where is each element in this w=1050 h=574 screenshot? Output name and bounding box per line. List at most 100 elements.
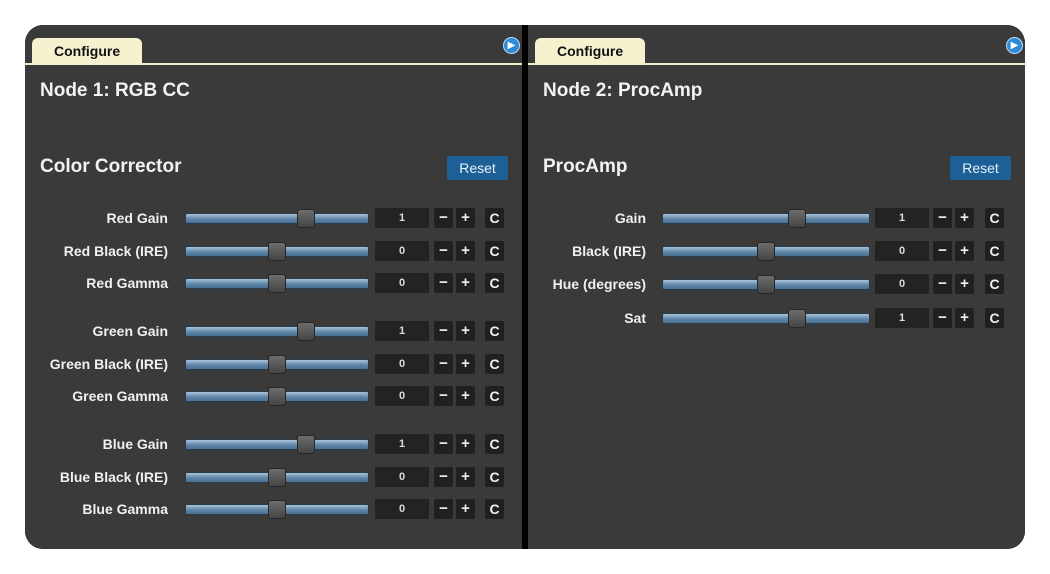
node-title: Node 2: ProcAmp: [543, 80, 703, 101]
increment-button[interactable]: +: [456, 241, 475, 261]
refresh-icon[interactable]: C: [985, 308, 1004, 328]
increment-button[interactable]: +: [955, 208, 974, 228]
row-label: Blue Gamma: [82, 501, 168, 517]
value-field[interactable]: 0: [875, 241, 929, 261]
row-label: Green Gamma: [72, 388, 168, 404]
value-field[interactable]: 0: [375, 354, 429, 374]
increment-button[interactable]: +: [456, 434, 475, 454]
row-label: Black (IRE): [572, 243, 646, 259]
increment-button[interactable]: +: [955, 308, 974, 328]
refresh-icon[interactable]: C: [985, 208, 1004, 228]
refresh-icon[interactable]: C: [485, 354, 504, 374]
increment-button[interactable]: +: [456, 354, 475, 374]
slider-track[interactable]: [662, 275, 870, 294]
value-field[interactable]: 1: [375, 321, 429, 341]
row-label: Gain: [614, 210, 646, 226]
refresh-icon[interactable]: C: [485, 434, 504, 454]
decrement-button[interactable]: −: [434, 499, 453, 519]
value-field[interactable]: 1: [875, 208, 929, 228]
refresh-icon[interactable]: C: [985, 241, 1004, 261]
value-field[interactable]: 0: [375, 467, 429, 487]
slider-track[interactable]: [662, 209, 870, 228]
value-field[interactable]: 0: [375, 499, 429, 519]
tab-configure[interactable]: Configure: [535, 38, 646, 65]
increment-button[interactable]: +: [456, 467, 475, 487]
increment-button[interactable]: +: [456, 273, 475, 293]
refresh-icon[interactable]: C: [485, 499, 504, 519]
chevron-right-circle-icon[interactable]: ▶: [1006, 37, 1023, 54]
tab-configure[interactable]: Configure: [32, 38, 143, 65]
node-panel-1: Configure ▶ Node 1: RGB CC Color Correct…: [25, 25, 522, 549]
slider-thumb[interactable]: [757, 275, 775, 294]
decrement-button[interactable]: −: [434, 321, 453, 341]
decrement-button[interactable]: −: [933, 274, 952, 294]
slider-track[interactable]: [185, 435, 369, 454]
refresh-icon[interactable]: C: [485, 386, 504, 406]
increment-button[interactable]: +: [955, 241, 974, 261]
decrement-button[interactable]: −: [434, 434, 453, 454]
slider-thumb[interactable]: [268, 274, 286, 293]
decrement-button[interactable]: −: [434, 386, 453, 406]
row-label: Blue Gain: [102, 436, 168, 452]
refresh-icon[interactable]: C: [485, 321, 504, 341]
slider-track[interactable]: [185, 322, 369, 341]
slider-thumb[interactable]: [268, 242, 286, 261]
slider-thumb[interactable]: [268, 468, 286, 487]
control-row: Blue Black (IRE) 0− + C: [25, 465, 522, 489]
slider-track[interactable]: [662, 242, 870, 261]
slider-thumb[interactable]: [297, 435, 316, 454]
slider-track[interactable]: [662, 309, 870, 328]
refresh-icon[interactable]: C: [985, 274, 1004, 294]
refresh-icon[interactable]: C: [485, 241, 504, 261]
slider-thumb[interactable]: [787, 309, 806, 328]
value-field[interactable]: 0: [375, 273, 429, 293]
chevron-right-circle-icon[interactable]: ▶: [503, 37, 520, 54]
value-field[interactable]: 0: [875, 274, 929, 294]
value-field[interactable]: 0: [375, 386, 429, 406]
slider-track[interactable]: [185, 242, 369, 261]
reset-button[interactable]: Reset: [447, 156, 508, 180]
row-label: Red Black (IRE): [63, 243, 168, 259]
increment-button[interactable]: +: [456, 386, 475, 406]
control-row: Green Gain 1− + C: [25, 319, 522, 343]
reset-button[interactable]: Reset: [950, 156, 1011, 180]
refresh-icon[interactable]: C: [485, 467, 504, 487]
slider-thumb[interactable]: [757, 242, 775, 261]
decrement-button[interactable]: −: [434, 354, 453, 374]
slider-track[interactable]: [185, 387, 369, 406]
node-panel-2: Configure ▶ Node 2: ProcAmp ProcAmp Rese…: [528, 25, 1025, 549]
decrement-button[interactable]: −: [434, 467, 453, 487]
increment-button[interactable]: +: [456, 321, 475, 341]
value-field[interactable]: 1: [375, 434, 429, 454]
slider-thumb[interactable]: [787, 209, 806, 228]
slider-thumb[interactable]: [268, 387, 286, 406]
decrement-button[interactable]: −: [933, 308, 952, 328]
control-row: Gain 1− + C: [528, 206, 1025, 230]
slider-thumb[interactable]: [268, 500, 286, 519]
value-field[interactable]: 0: [375, 241, 429, 261]
decrement-button[interactable]: −: [434, 273, 453, 293]
decrement-button[interactable]: −: [434, 208, 453, 228]
slider-thumb[interactable]: [297, 322, 316, 341]
slider-track[interactable]: [185, 355, 369, 374]
slider-track[interactable]: [185, 468, 369, 487]
increment-button[interactable]: +: [456, 499, 475, 519]
control-row: Green Black (IRE) 0− + C: [25, 352, 522, 376]
decrement-button[interactable]: −: [933, 208, 952, 228]
slider-track[interactable]: [185, 274, 369, 293]
value-field[interactable]: 1: [875, 308, 929, 328]
increment-button[interactable]: +: [955, 274, 974, 294]
decrement-button[interactable]: −: [434, 241, 453, 261]
row-label: Blue Black (IRE): [59, 469, 168, 485]
tab-bar: Configure ▶: [528, 25, 1025, 65]
slider-track[interactable]: [185, 209, 369, 228]
slider-thumb[interactable]: [268, 355, 286, 374]
slider-thumb[interactable]: [297, 209, 316, 228]
value-field[interactable]: 1: [375, 208, 429, 228]
increment-button[interactable]: +: [456, 208, 475, 228]
decrement-button[interactable]: −: [933, 241, 952, 261]
control-row: Red Gamma 0− + C: [25, 271, 522, 295]
slider-track[interactable]: [185, 500, 369, 519]
refresh-icon[interactable]: C: [485, 208, 504, 228]
refresh-icon[interactable]: C: [485, 273, 504, 293]
